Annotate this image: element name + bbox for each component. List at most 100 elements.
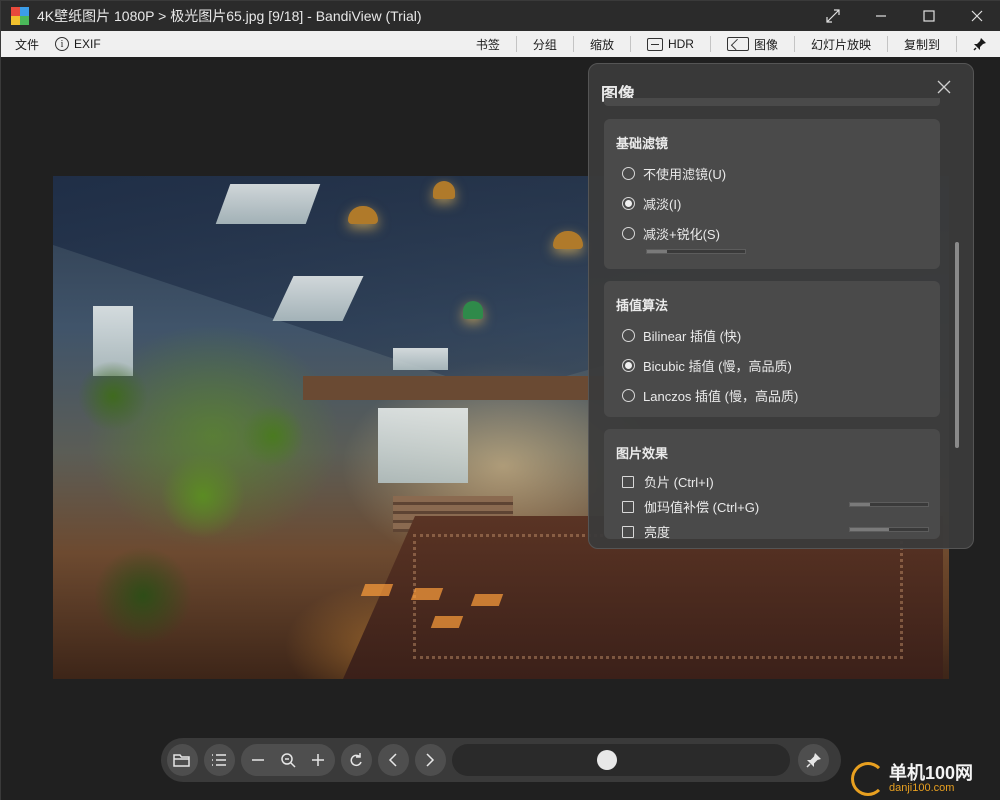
photo-window — [393, 348, 448, 370]
close-button[interactable] — [953, 1, 1000, 31]
menu-separator — [886, 36, 888, 52]
watermark-logo-icon — [851, 762, 885, 796]
slider-fill — [850, 503, 870, 506]
menu-image-label: 图像 — [753, 37, 778, 52]
rotate-icon — [350, 753, 363, 767]
fullscreen-button[interactable] — [809, 1, 857, 31]
rotate-button[interactable] — [340, 744, 372, 776]
zoom-controls — [240, 744, 335, 776]
list-icon — [212, 754, 227, 766]
zoom-fit-button[interactable] — [273, 744, 303, 776]
filter-option-none[interactable]: 不使用滤镜(U) — [622, 164, 726, 183]
hdr-icon — [646, 37, 663, 51]
radio-button[interactable] — [622, 389, 635, 402]
folder-icon — [173, 754, 191, 767]
info-icon: i — [55, 37, 70, 51]
menu-pin[interactable] — [965, 31, 995, 57]
interpolation-section: 插值算法 Bilinear 插值 (快) Bicubic 插值 (慢，高品质) … — [604, 281, 940, 417]
menu-zoom[interactable]: 缩放 — [582, 31, 622, 57]
menu-bar: 文件 i EXIF 书签 分组 缩放 HDR 图像 幻灯片放映 复制到 — [1, 31, 1000, 57]
panel-scrollbar[interactable] — [955, 242, 959, 448]
next-image-button[interactable] — [414, 744, 446, 776]
effect-negative[interactable]: 负片 (Ctrl+I) — [622, 472, 714, 491]
maximize-button[interactable] — [905, 1, 953, 31]
open-folder-button[interactable] — [167, 744, 198, 776]
menu-group-label: 分组 — [532, 37, 557, 52]
menu-separator — [572, 36, 574, 52]
slider-fill — [647, 250, 667, 253]
checkbox[interactable] — [622, 500, 634, 513]
section-title: 插值算法 — [616, 298, 669, 313]
menu-file-label: 文件 — [15, 37, 40, 52]
menu-bookmark-label: 书签 — [475, 37, 500, 52]
effect-gamma[interactable]: 伽玛值补偿 (Ctrl+G) — [622, 497, 759, 516]
minimize-button[interactable] — [857, 1, 905, 31]
checkbox[interactable] — [622, 475, 634, 488]
slider-fill — [850, 528, 889, 531]
watermark-brand: 单机100网 — [889, 762, 974, 783]
option-label: Lanczos 插值 (慢，高品质) — [643, 389, 799, 404]
radio-button[interactable] — [622, 329, 635, 342]
chevron-right-icon — [426, 753, 435, 767]
option-label: 不使用滤镜(U) — [643, 167, 727, 182]
radio-button[interactable] — [622, 227, 635, 240]
photo-lamp — [433, 181, 455, 199]
filter-option-soften-sharpen[interactable]: 减淡+锐化(S) — [622, 224, 720, 243]
panel-close-button[interactable] — [937, 80, 951, 94]
file-list-button[interactable] — [203, 744, 235, 776]
menu-copy-to-label: 复制到 — [903, 37, 940, 52]
brightness-slider[interactable] — [849, 527, 929, 532]
photo-window — [378, 408, 468, 483]
pin-icon — [806, 753, 821, 768]
menu-zoom-label: 缩放 — [589, 37, 614, 52]
menu-slideshow[interactable]: 幻灯片放映 — [803, 31, 879, 57]
photo-sunlight — [410, 588, 444, 600]
radio-button[interactable] — [622, 359, 635, 372]
menu-separator — [709, 36, 711, 52]
interp-option-bilinear[interactable]: Bilinear 插值 (快) — [622, 326, 741, 345]
menu-exif[interactable]: i EXIF — [47, 31, 109, 57]
pin-icon — [973, 38, 986, 51]
panel-divider — [604, 98, 940, 106]
menu-bookmark[interactable]: 书签 — [468, 31, 508, 57]
menu-separator — [629, 36, 631, 52]
zoom-out-button[interactable] — [243, 744, 273, 776]
filter-option-soften[interactable]: 减淡(I) — [622, 194, 681, 213]
menu-image[interactable]: 图像 — [719, 31, 786, 57]
radio-button[interactable] — [622, 197, 635, 210]
bottom-toolbar — [161, 738, 841, 782]
option-label: Bicubic 插值 (慢，高品质) — [643, 359, 792, 374]
effect-brightness[interactable]: 亮度 — [622, 522, 670, 541]
radio-button[interactable] — [622, 167, 635, 180]
image-icon — [726, 37, 749, 51]
photo-skylight — [215, 184, 321, 224]
menu-copy-to[interactable]: 复制到 — [896, 31, 948, 57]
menu-group[interactable]: 分组 — [525, 31, 565, 57]
menu-file[interactable]: 文件 — [7, 31, 47, 57]
site-watermark: 单机100网 danji100.com — [851, 759, 1000, 799]
slider-knob[interactable] — [596, 750, 617, 770]
menu-hdr[interactable]: HDR — [639, 31, 702, 57]
image-settings-panel: 图像 基础滤镜 不使用滤镜(U) 减淡(I) 减淡+锐化(S) 插值算法 Bil… — [588, 63, 974, 549]
option-label: 伽玛值补偿 (Ctrl+G) — [644, 500, 760, 515]
photo-sunlight — [470, 594, 504, 606]
sharpen-slider[interactable] — [646, 249, 746, 254]
interp-option-bicubic[interactable]: Bicubic 插值 (慢，高品质) — [622, 356, 792, 375]
interp-option-lanczos[interactable]: Lanczos 插值 (慢，高品质) — [622, 386, 798, 405]
checkbox[interactable] — [622, 525, 634, 538]
app-window: 4K壁纸图片 1080P > 极光图片65.jpg [9/18] - Bandi… — [0, 0, 1000, 800]
image-position-slider[interactable] — [451, 744, 791, 776]
expand-icon — [826, 9, 840, 23]
photo-lamp — [463, 301, 483, 319]
option-label: 减淡(I) — [643, 197, 682, 212]
menu-slideshow-label: 幻灯片放映 — [810, 37, 871, 52]
zoom-in-button[interactable] — [303, 744, 333, 776]
section-title: 图片效果 — [616, 446, 669, 461]
magnifier-icon — [281, 753, 296, 768]
pin-toolbar-button[interactable] — [798, 744, 829, 776]
menu-separator — [793, 36, 795, 52]
gamma-slider[interactable] — [849, 502, 929, 507]
previous-image-button[interactable] — [377, 744, 409, 776]
menu-hdr-label: HDR — [667, 37, 694, 51]
watermark-url: danji100.com — [889, 781, 955, 794]
